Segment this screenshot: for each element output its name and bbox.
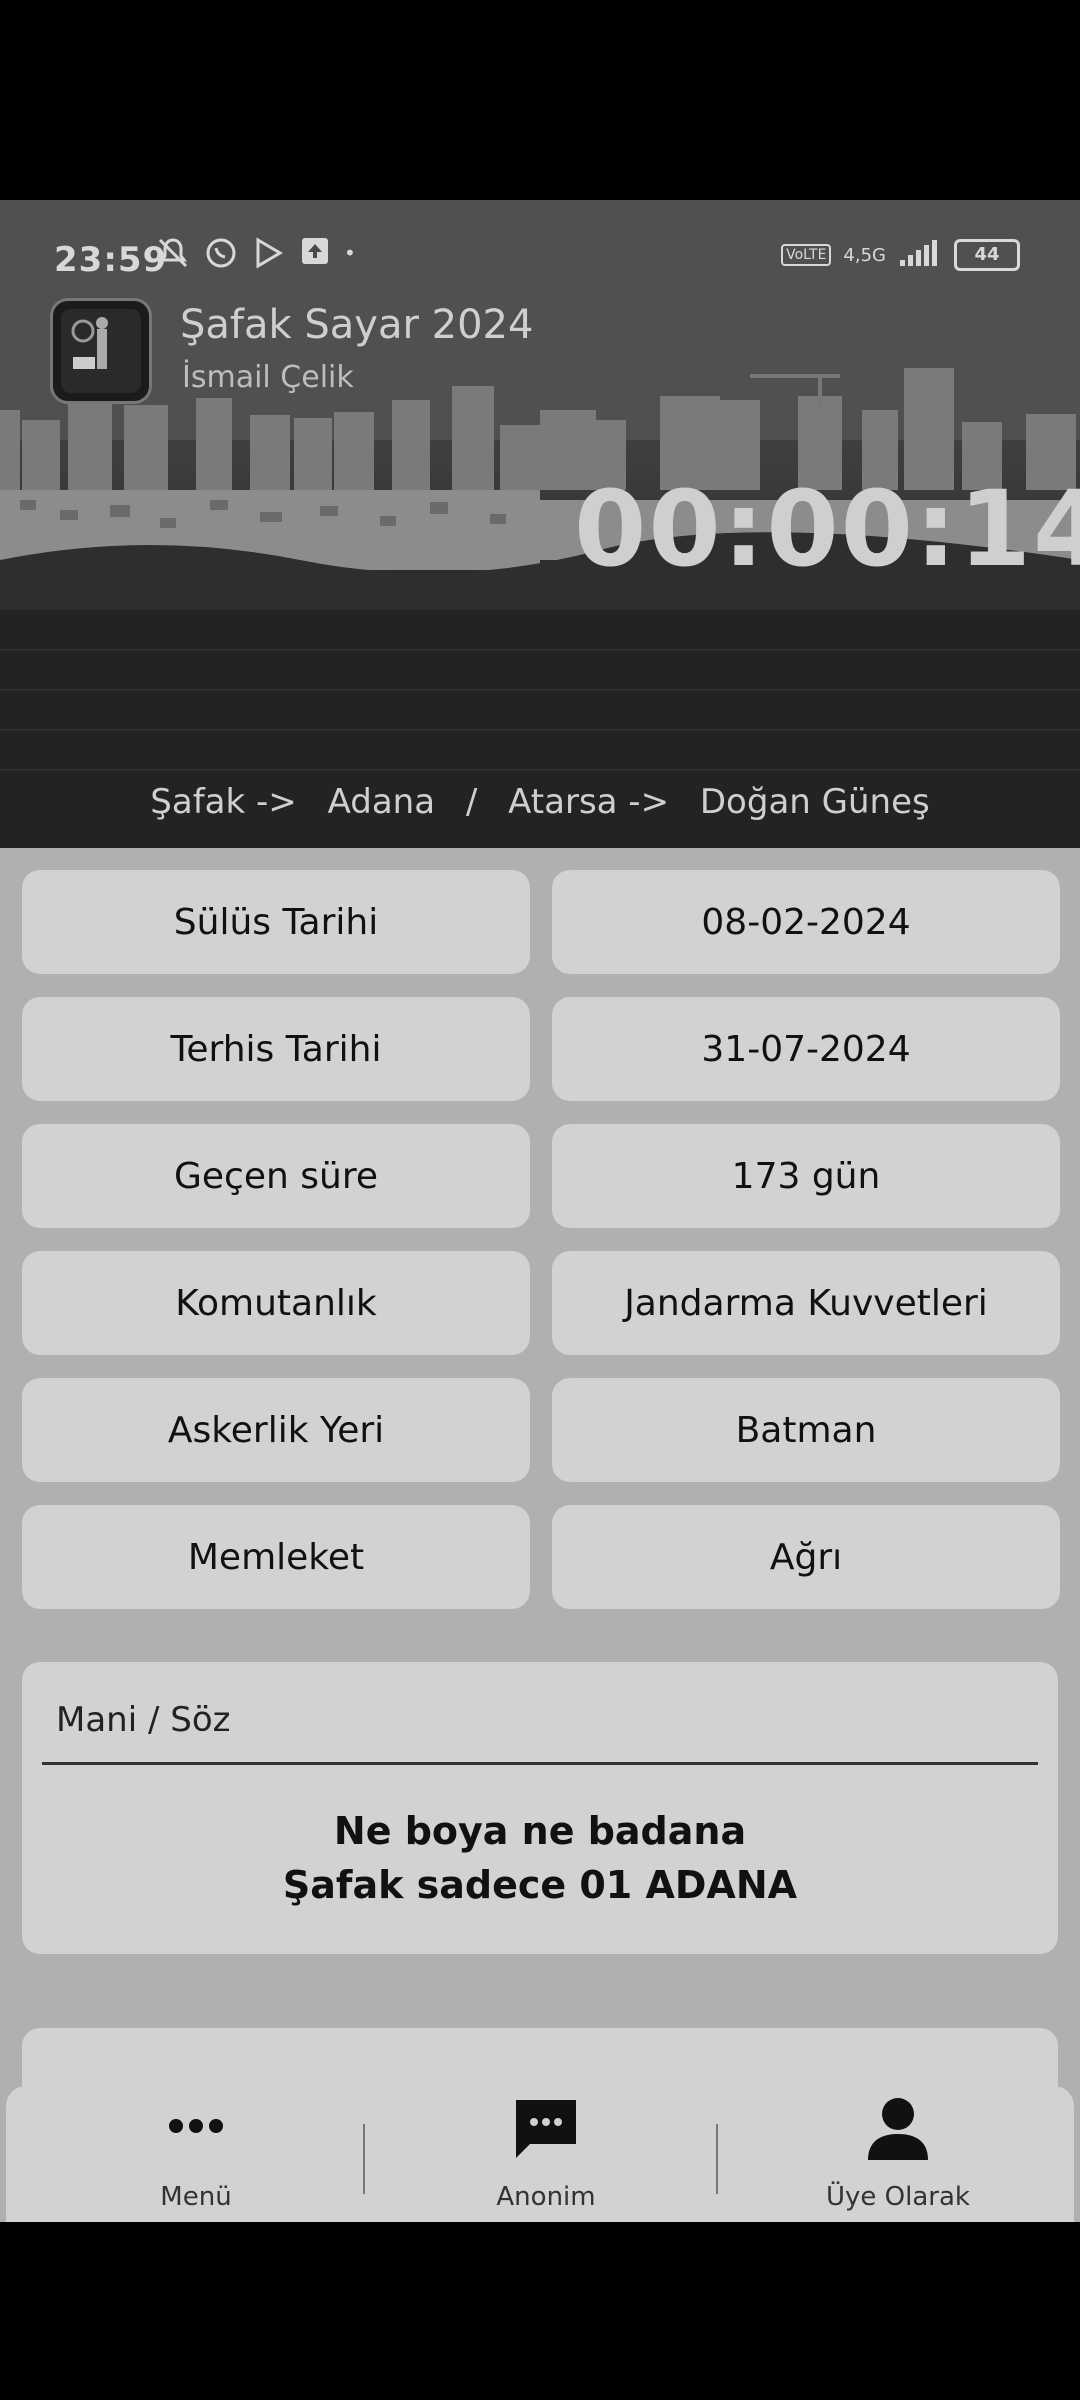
lyric-card: Mani / Söz Ne boya ne badana Şafak sadec…: [22, 1662, 1058, 1954]
nav-anonim-label: Anonim: [496, 2182, 596, 2212]
route-to-value: Doğan Güneş: [699, 782, 930, 822]
signal-icon: [898, 238, 942, 272]
lyric-line-1: Ne boya ne badana: [333, 1809, 747, 1853]
info-value-gecen: 173 gün: [552, 1124, 1060, 1228]
route-separator: /: [465, 782, 478, 822]
whatsapp-icon: [204, 236, 238, 278]
app-logo: [50, 298, 152, 404]
nav-separator: [363, 2124, 365, 2194]
lyric-divider: [42, 1762, 1038, 1765]
app-title: Şafak Sayar 2024: [180, 302, 534, 348]
volte-icon: VoLTE: [781, 244, 832, 266]
notifications-off-icon: [156, 236, 190, 278]
lyric-text: Ne boya ne badana Şafak sadece 01 ADANA: [22, 1804, 1058, 1912]
more-horizontal-icon: [166, 2114, 226, 2142]
upload-icon: [300, 236, 330, 278]
status-time: 23:59: [54, 240, 168, 280]
route-to-label: Atarsa ->: [508, 782, 670, 822]
route-line: Şafak -> Adana / Atarsa -> Doğan Güneş: [0, 782, 1080, 822]
status-icons-left: •: [156, 236, 356, 278]
info-label-terhis: Terhis Tarihi: [22, 997, 530, 1101]
nav-uye-olarak-label: Üye Olarak: [826, 2182, 970, 2212]
battery-icon: 44: [954, 239, 1020, 271]
nav-menu-label: Menü: [160, 2182, 232, 2212]
route-from-value: Adana: [327, 782, 436, 822]
info-value-komutanlik: Jandarma Kuvvetleri: [552, 1251, 1060, 1355]
bottom-letterbox: [0, 2222, 1080, 2400]
user-name: İsmail Çelik: [182, 360, 354, 395]
info-value-sulus: 08-02-2024: [552, 870, 1060, 974]
info-label-memleket: Memleket: [22, 1505, 530, 1609]
info-label-gecen: Geçen süre: [22, 1124, 530, 1228]
info-value-memleket: Ağrı: [552, 1505, 1060, 1609]
info-label-sulus: Sülüs Tarihi: [22, 870, 530, 974]
nav-menu[interactable]: Menü: [46, 2086, 346, 2222]
bottom-navigation: Menü Anonim Üye Olarak: [6, 2086, 1074, 2222]
lyric-label: Mani / Söz: [56, 1700, 231, 1740]
person-icon: [866, 2096, 930, 2166]
dot-icon: •: [344, 241, 356, 265]
network-type: 4,5G: [843, 244, 886, 266]
countdown-timer: 00:00:14: [574, 468, 1080, 590]
lyric-line-2: Şafak sadece 01 ADANA: [282, 1863, 798, 1907]
status-icons-right: VoLTE 4,5G 44: [781, 238, 1020, 272]
info-value-terhis: 31-07-2024: [552, 997, 1060, 1101]
play-store-icon: [252, 236, 286, 278]
top-letterbox: [0, 0, 1080, 200]
nav-uye-olarak[interactable]: Üye Olarak: [748, 2086, 1048, 2222]
info-label-askerlik-yeri: Askerlik Yeri: [22, 1378, 530, 1482]
nav-anonim[interactable]: Anonim: [396, 2086, 696, 2222]
route-from-label: Şafak ->: [150, 782, 297, 822]
nav-separator: [716, 2124, 718, 2194]
info-value-askerlik-yeri: Batman: [552, 1378, 1060, 1482]
main-content: Sülüs Tarihi 08-02-2024 Terhis Tarihi 31…: [0, 848, 1080, 2222]
chat-icon: [512, 2096, 580, 2168]
info-label-komutanlik: Komutanlık: [22, 1251, 530, 1355]
